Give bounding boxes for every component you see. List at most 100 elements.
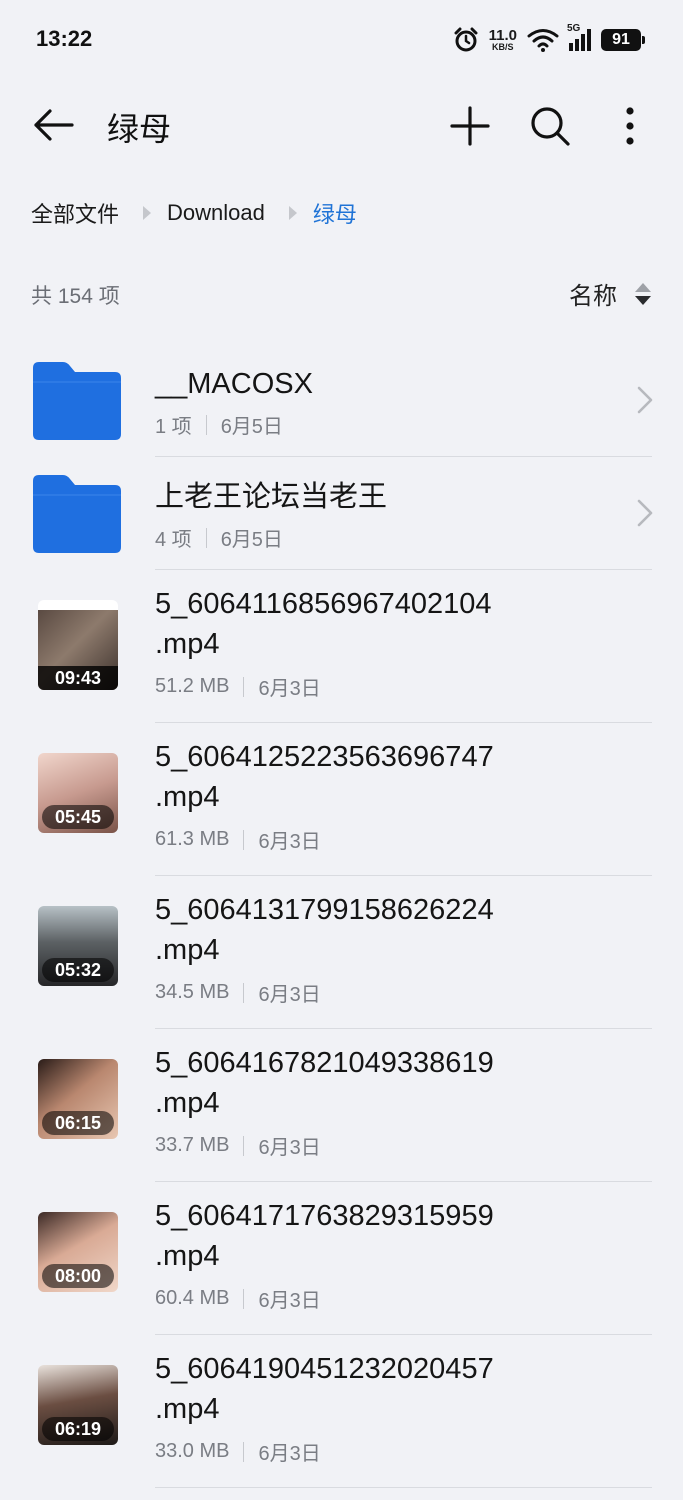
video-duration: 05:45 [42,805,114,829]
folder-icon [33,362,121,440]
status-icons: 11.0 KB/S 5G 91 [453,22,645,58]
search-icon [531,107,570,146]
file-date: 6月3日 [258,1137,321,1159]
item-date: 6月5日 [220,416,283,438]
row-divider [155,1487,652,1488]
breadcrumb-separator-icon [143,206,152,220]
back-arrow-icon [34,109,74,141]
status-time: 13:22 [36,26,93,51]
breadcrumb: 全部文件 Download 绿母 [31,196,357,230]
video-file-row[interactable]: 09:43 5_6064116856967402104 .mp4 51.2 MB… [0,570,683,723]
breadcrumb-download[interactable]: Download [167,200,265,226]
file-name-line: 5_6064171763829315959 [155,1200,494,1232]
folder-icon [33,475,121,553]
breadcrumb-all-files[interactable]: 全部文件 [31,197,119,229]
file-meta: 33.7 MB 6月3日 [155,1131,321,1160]
video-file-row[interactable]: 05:45 5_6064125223563696747 .mp4 61.3 MB… [0,723,683,876]
more-vertical-icon [626,107,634,145]
file-date: 6月3日 [258,1290,321,1312]
file-name-line: 5_6064131799158626224 [155,894,494,926]
file-meta: 60.4 MB 6月3日 [155,1284,321,1313]
file-name-line: 5_6064116856967402104 [155,588,492,620]
video-file-row[interactable]: 05:32 5_6064131799158626224 .mp4 34.5 MB… [0,876,683,1029]
video-duration: 05:32 [42,958,114,982]
file-name-line: 5_6064125223563696747 [155,741,494,773]
meta-separator [243,1288,245,1309]
battery-indicator: 91 [601,29,645,51]
video-thumbnail: 05:45 [38,753,118,833]
file-meta: 34.5 MB 6月3日 [155,978,321,1007]
meta-separator [205,414,207,435]
file-name: __MACOSX [155,368,313,400]
file-name-line: 5_6064190451232020457 [155,1353,494,1385]
sort-order-icon [635,282,651,305]
video-thumbnail: 08:00 [38,1212,118,1292]
breadcrumb-separator-icon [288,206,297,220]
chevron-right-icon [637,499,653,527]
plus-icon [450,106,490,146]
list-summary: 共 154 项 名称 [31,276,651,310]
signal-5g-icon: 5G [567,23,591,51]
alarm-icon [454,27,478,52]
file-name-line: 5_6064167821049338619 [155,1047,494,1079]
file-date: 6月3日 [258,1443,321,1465]
video-thumbnail: 05:32 [38,906,118,986]
file-size: 60.4 MB [155,1287,230,1309]
file-name-line: .mp4 [155,1393,220,1425]
meta-separator [243,1441,245,1462]
network-speed-value: 11.0 [488,27,517,44]
item-date: 6月5日 [220,529,283,551]
file-size: 61.3 MB [155,828,230,850]
meta-separator [243,676,245,697]
file-name: 5_6064190451232020457 .mp4 [155,1349,595,1429]
file-meta: 51.2 MB 6月3日 [155,672,321,701]
meta-separator [243,1135,245,1156]
video-duration: 08:00 [42,1264,114,1288]
item-count: 共 154 项 [31,285,120,308]
wifi-icon [527,29,559,52]
file-name: 5_6064131799158626224 .mp4 [155,890,595,970]
add-button[interactable] [446,102,494,150]
item-detail: 4 项 [155,529,192,551]
meta-separator [205,527,207,548]
search-button[interactable] [526,102,574,150]
back-button[interactable] [28,102,78,148]
app-bar: 绿母 [0,90,683,160]
file-date: 6月3日 [258,831,321,853]
meta-separator [243,982,245,1003]
file-name-line: .mp4 [155,934,220,966]
file-name-line: .mp4 [155,628,220,660]
video-file-row[interactable]: 06:19 5_6064190451232020457 .mp4 33.0 MB… [0,1335,683,1488]
folder-row[interactable]: __MACOSX 1 项 6月5日 [0,344,683,457]
file-list: __MACOSX 1 项 6月5日 上老王论坛当老王 4 项 6月5日 09:4… [0,344,683,1488]
file-size: 33.0 MB [155,1440,230,1462]
video-duration: 06:19 [42,1417,114,1441]
sort-button[interactable]: 名称 [569,276,651,311]
battery-level: 91 [612,31,630,48]
item-detail: 1 项 [155,416,192,438]
breadcrumb-current-folder: 绿母 [312,202,357,227]
file-date: 6月3日 [258,984,321,1006]
video-file-row[interactable]: 08:00 5_6064171763829315959 .mp4 60.4 MB… [0,1182,683,1335]
network-type: 5G [567,23,581,34]
video-thumbnail: 09:43 [38,600,118,690]
file-name: 5_6064125223563696747 .mp4 [155,737,595,817]
folder-row[interactable]: 上老王论坛当老王 4 项 6月5日 [0,457,683,570]
video-duration: 09:43 [38,666,118,690]
file-name: 上老王论坛当老王 [155,481,388,513]
file-name: 5_6064167821049338619 .mp4 [155,1043,595,1123]
file-name-line: .mp4 [155,1087,220,1119]
status-bar: 13:22 11.0 KB/S 5G 91 [0,0,683,80]
file-date: 6月3日 [258,678,321,700]
network-speed-unit: KB/S [492,42,514,52]
sort-label: 名称 [569,283,617,310]
file-name: 5_6064171763829315959 .mp4 [155,1196,595,1276]
file-name-line: .mp4 [155,1240,220,1272]
more-options-button[interactable] [608,102,652,150]
network-speed: 11.0 KB/S [489,28,517,52]
file-meta: 1 项 6月5日 [155,410,283,439]
file-name-line: .mp4 [155,781,220,813]
video-thumbnail: 06:19 [38,1365,118,1445]
file-name: 5_6064116856967402104 .mp4 [155,584,595,664]
video-file-row[interactable]: 06:15 5_6064167821049338619 .mp4 33.7 MB… [0,1029,683,1182]
